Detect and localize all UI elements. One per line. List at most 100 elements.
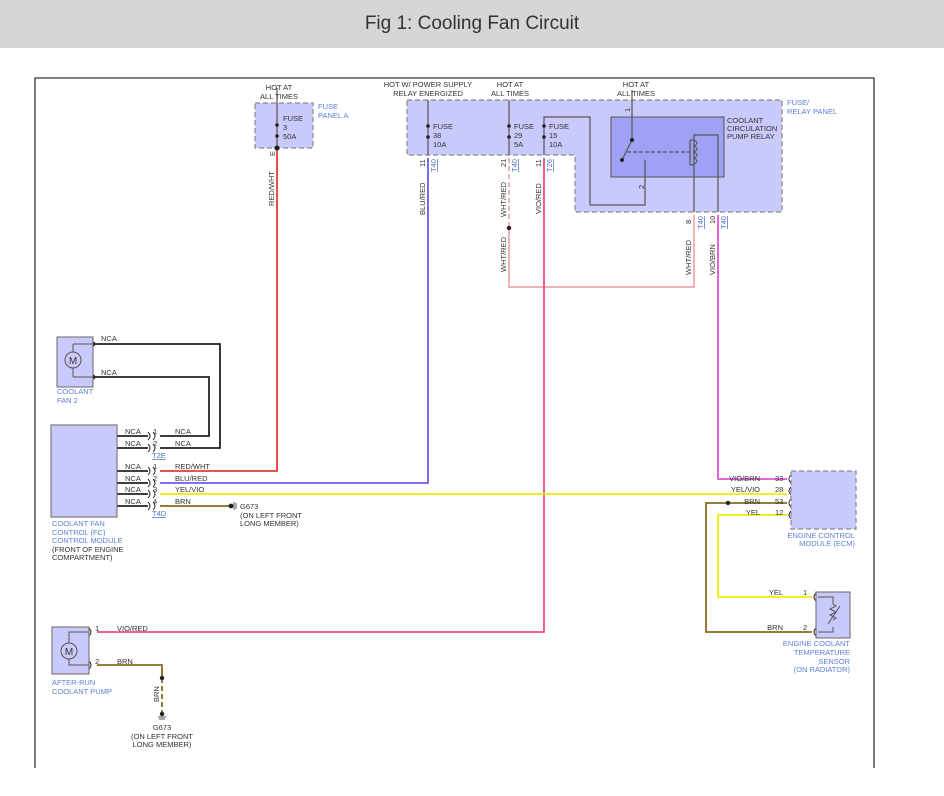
fc-module-label: COOLANT FAN xyxy=(52,519,105,528)
diagram-label: 2 xyxy=(803,623,807,632)
pin-label: E xyxy=(268,151,277,156)
diagram-label: 8 xyxy=(684,220,693,224)
diagram-label: 4 xyxy=(153,497,157,506)
fuse-3-label: FUSE xyxy=(283,114,303,123)
diagram-label: VIO/RED xyxy=(534,183,543,214)
diagram-label: NCA xyxy=(125,439,141,448)
diagram-label: YEL/VIO xyxy=(731,485,760,494)
ect-sensor-pin-labels: YEL 1 BRN 2 xyxy=(767,588,807,632)
wire-vio-red xyxy=(97,158,545,633)
fuse-15-label: FUSE xyxy=(549,122,569,131)
wire-label: BRN xyxy=(117,657,133,666)
hot-at-all-times-label: HOT AT xyxy=(497,80,524,89)
wire-vio-brn xyxy=(717,215,787,480)
diagram-label: 33 xyxy=(775,474,783,483)
hot-at-all-times-label: HOT AT xyxy=(266,83,293,92)
fuse-38-label: FUSE xyxy=(433,122,453,131)
diagram-label: BRN xyxy=(744,497,760,506)
wire-red-wht xyxy=(160,150,278,472)
diagram-label: 12 xyxy=(775,508,783,517)
diagram-label: WHT/RED xyxy=(684,239,693,275)
pump-label: AFTER-RUN xyxy=(52,678,95,687)
hot-relay-label: HOT W/ POWER SUPPLY xyxy=(384,80,472,89)
diagram-label: YEL xyxy=(746,508,760,517)
diagram-label: BLU/RED xyxy=(175,474,208,483)
ecm-pin-labels: VIO/BRN 33 YEL/VIO 28 BRN 53 YEL 12 xyxy=(729,474,783,517)
fuse-29-label: FUSE xyxy=(514,122,534,131)
hot-at-all-times-label: HOT AT xyxy=(623,80,650,89)
diagram-label: 53 xyxy=(775,497,783,506)
diagram-label: BRN xyxy=(767,623,783,632)
ground-label: G673 xyxy=(153,723,171,732)
ect-sensor-label: TEMPERATURE xyxy=(794,648,850,657)
diagram-label: T40 xyxy=(429,159,438,172)
wiring-diagram: M M HOT AT ALL TIMES HOT W/ POWER SUPPLY… xyxy=(34,77,875,768)
wire-label: NCA xyxy=(101,368,117,377)
diagram-label: M xyxy=(65,647,73,658)
wire-brn-pump xyxy=(97,664,163,678)
pump-label: COOLANT PUMP xyxy=(52,687,112,696)
fuse-29-rating: 5A xyxy=(514,140,523,149)
fuse-29-number: 29 xyxy=(514,131,522,140)
fuse-38-rating: 10A xyxy=(433,140,446,149)
diagram-label: T40 xyxy=(510,159,519,172)
diagram-label: NCA xyxy=(125,474,141,483)
diagram-label: NCA xyxy=(125,427,141,436)
fuse-relay-panel-label: RELAY PANEL xyxy=(787,107,837,116)
diagram-label: 10 xyxy=(708,216,717,224)
ground-icon xyxy=(158,716,166,720)
diagram-label: RED/WHT xyxy=(267,171,276,206)
wire-color-labels: RED/WHT BLU/RED WHT/RED WHT/RED VIO/RED … xyxy=(152,171,717,702)
hot-at-all-times-label: ALL TIMES xyxy=(260,92,298,101)
diagram-label: T40 xyxy=(719,216,728,229)
diagram-label: T40 xyxy=(696,216,705,229)
fuse-3-number: 3 xyxy=(283,123,287,132)
hot-at-all-times-label: ALL TIMES xyxy=(491,89,529,98)
ground-icon xyxy=(228,502,237,510)
diagram-label: RED/WHT xyxy=(175,462,210,471)
diagram-label: 11 xyxy=(534,159,543,167)
diagram-label: WHT/RED xyxy=(499,181,508,217)
coolant-fan-2-label: COOLANT xyxy=(57,387,94,396)
diagram-label: NCA xyxy=(175,427,191,436)
relay-pin-label: 1 xyxy=(623,108,632,112)
wire-label: VIO/RED xyxy=(117,624,148,633)
fuse-relay-panel-label: FUSE/ xyxy=(787,98,810,107)
relay-pin-label: 2 xyxy=(637,185,646,189)
diagram-label: 3 xyxy=(153,485,157,494)
fc-module-location: COMPARTMENT) xyxy=(52,553,113,562)
diagram-label: BRN xyxy=(175,497,191,506)
diagram-label: BRN xyxy=(152,686,161,702)
ground-label: G673 xyxy=(240,502,258,511)
diagram-label: YEL/VIO xyxy=(175,485,204,494)
diagram-label: VIO/BRN xyxy=(708,244,717,275)
relay-label: PUMP RELAY xyxy=(727,132,775,141)
wire-label: NCA xyxy=(101,334,117,343)
diagram-label: T4D xyxy=(152,509,167,518)
wire-blu-red xyxy=(160,158,429,484)
diagram-label: 21 xyxy=(499,159,508,167)
diagram-label: VIO/BRN xyxy=(729,474,760,483)
hot-at-all-times-label: ALL TIMES xyxy=(617,89,655,98)
hot-relay-label: RELAY ENERGIZED xyxy=(393,89,463,98)
ground-location: LONG MEMBER) xyxy=(240,519,299,528)
diagram-label: 1 xyxy=(153,427,157,436)
diagram-label: NCA xyxy=(125,485,141,494)
coolant-fan-2-label: FAN 2 xyxy=(57,396,78,405)
fuse-38-number: 38 xyxy=(433,131,441,140)
diagram-label: 1 xyxy=(153,462,157,471)
diagram-label: 2 xyxy=(153,439,157,448)
diagram-label: 11 xyxy=(418,159,427,167)
diagram-label: BLU/RED xyxy=(418,182,427,215)
ecm-label: MODULE (ECM) xyxy=(799,539,855,548)
diagram-label: NCA xyxy=(175,439,191,448)
fc-module-pin-labels: NCA 1 NCA NCA 2 NCA T2E NCA 1 RED/WHT NCA 2 BLU/… xyxy=(125,427,210,518)
wire-wht-red xyxy=(508,215,695,288)
diagram-label: 28 xyxy=(775,485,783,494)
diagram-label: 2 xyxy=(153,474,157,483)
diagram-label: WHT/RED xyxy=(499,236,508,272)
fuse-relay-panel xyxy=(406,99,783,213)
diagram-label: YEL xyxy=(769,588,783,597)
fc-module-label: CONTROL MODULE xyxy=(52,536,123,545)
diagram-label: T26 xyxy=(545,159,554,172)
